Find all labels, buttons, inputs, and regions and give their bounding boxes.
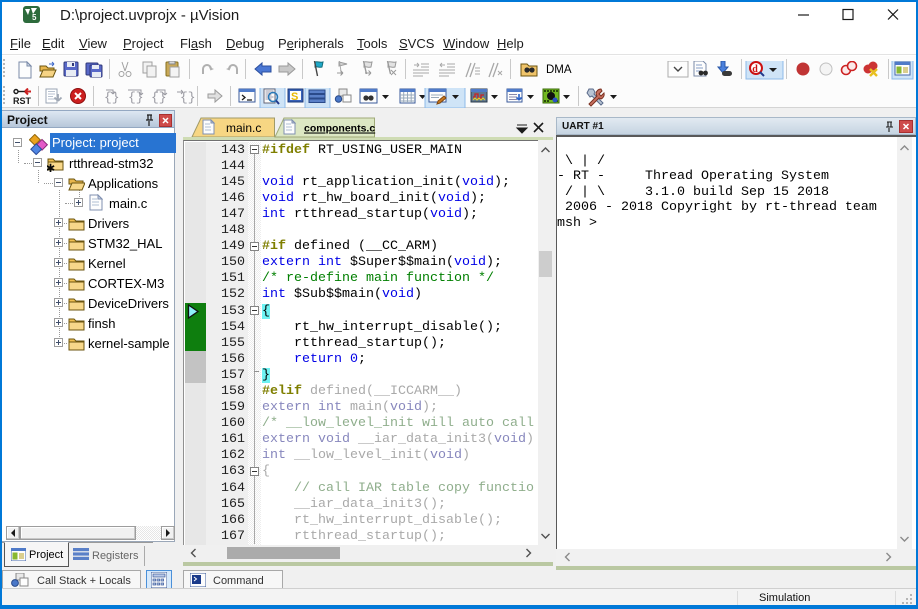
svg-text:DMA: DMA <box>546 64 572 76</box>
svg-text:RST: RST <box>13 96 32 106</box>
svg-text:main.c: main.c <box>226 121 261 135</box>
svg-text:components.c: components.c <box>304 123 375 135</box>
svg-text:d: d <box>752 64 758 75</box>
svg-text:S: S <box>291 91 298 103</box>
svg-text:5: 5 <box>32 13 37 22</box>
svg-text:{}: {} <box>151 90 167 105</box>
